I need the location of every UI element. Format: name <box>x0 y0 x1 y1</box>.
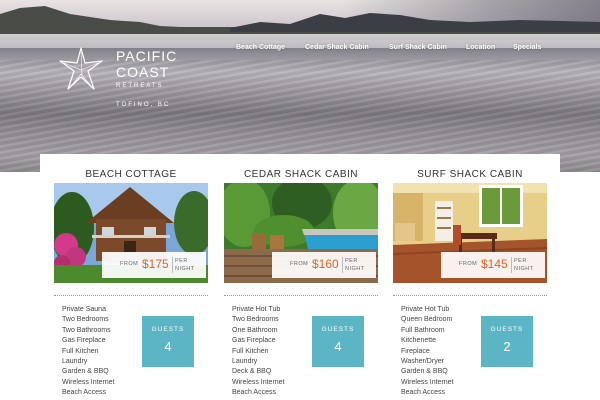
feature-item: Garden & BBQ <box>401 368 448 376</box>
feature-item: Kitchenette <box>401 337 437 345</box>
nav-beach-cottage[interactable]: Beach Cottage <box>236 44 285 51</box>
site-logo[interactable]: PACIFIC COAST RETREATS TOFINO, BC <box>58 46 198 116</box>
nav-specials[interactable]: Specials <box>513 44 541 51</box>
price-divider <box>172 257 173 273</box>
guests-count: 4 <box>334 339 342 354</box>
price-tag: FROM $160 PER NIGHT <box>272 252 376 278</box>
logo-location: TOFINO, BC <box>116 102 171 108</box>
logo-line-2: COAST <box>116 64 170 80</box>
feature-item: Gas Fireplace <box>62 337 106 345</box>
nav-cedar-shack-cabin[interactable]: Cedar Shack Cabin <box>305 44 369 51</box>
guests-badge: GUESTS 2 <box>481 316 533 367</box>
guests-badge: GUESTS 4 <box>142 316 194 367</box>
feature-item: Beach Access <box>62 389 106 397</box>
feature-item: Laundry <box>62 358 88 366</box>
main-nav: Beach Cottage Cedar Shack Cabin Surf Sha… <box>236 44 556 56</box>
guests-count: 2 <box>503 339 511 354</box>
logo-line-3: RETREATS <box>116 83 164 89</box>
price-amount: $160 <box>312 257 339 271</box>
nav-surf-shack-cabin[interactable]: Surf Shack Cabin <box>389 44 447 51</box>
feature-item: One Bathroom <box>232 326 278 334</box>
cabin-title[interactable]: SURF SHACK CABIN <box>393 169 547 180</box>
feature-item: Garden & BBQ <box>62 368 109 376</box>
price-amount: $175 <box>142 257 169 271</box>
price-amount: $145 <box>481 257 508 271</box>
price-from: FROM <box>290 261 309 267</box>
guests-label: GUESTS <box>321 326 355 333</box>
dotted-divider <box>224 295 378 296</box>
dotted-divider <box>54 295 208 296</box>
guests-label: GUESTS <box>490 326 524 333</box>
guests-label: GUESTS <box>151 326 185 333</box>
cabin-title[interactable]: CEDAR SHACK CABIN <box>224 169 378 180</box>
cabin-photo-surf-shack[interactable]: FROM $145 PER NIGHT <box>393 183 547 283</box>
feature-item: Wireless Internet <box>62 378 115 386</box>
feature-item: Washer/Dryer <box>401 358 444 366</box>
price-from: FROM <box>459 261 478 267</box>
feature-item: Laundry <box>232 358 258 366</box>
cabin-photo-cedar-shack[interactable]: FROM $160 PER NIGHT <box>224 183 378 283</box>
guests-count: 4 <box>164 339 172 354</box>
feature-item: Wireless Internet <box>401 378 454 386</box>
price-tag: FROM $145 PER NIGHT <box>441 252 545 278</box>
feature-item: Private Hot Tub <box>232 306 281 313</box>
feature-list: Private Hot Tub Two Bedrooms One Bathroo… <box>232 305 285 399</box>
logo-line-1: PACIFIC <box>116 48 178 64</box>
price-tag: FROM $175 PER NIGHT <box>102 252 206 278</box>
feature-item: Private Sauna <box>62 306 106 313</box>
feature-item: Deck & BBQ <box>232 368 272 376</box>
feature-item: Gas Fireplace <box>232 337 276 345</box>
feature-item: Two Bedrooms <box>232 316 279 324</box>
price-per-night: PER NIGHT <box>175 258 195 272</box>
feature-item: Two Bathrooms <box>62 326 111 334</box>
price-per-night: PER NIGHT <box>345 258 365 272</box>
feature-item: Beach Access <box>232 389 276 397</box>
feature-item: Beach Access <box>401 389 445 397</box>
feature-item: Full Bathroom <box>401 326 445 334</box>
nav-location[interactable]: Location <box>466 44 495 51</box>
feature-item: Two Bedrooms <box>62 316 109 324</box>
feature-list: Private Hot Tub Queen Bedroom Full Bathr… <box>401 305 454 399</box>
starfish-icon <box>59 47 103 90</box>
cabin-title[interactable]: BEACH COTTAGE <box>54 169 208 180</box>
price-divider <box>511 257 512 273</box>
cabin-photo-beach-cottage[interactable]: FROM $175 PER NIGHT <box>54 183 208 283</box>
price-divider <box>342 257 343 273</box>
price-per-night: PER NIGHT <box>514 258 534 272</box>
feature-item: Fireplace <box>401 347 430 355</box>
guests-badge: GUESTS 4 <box>312 316 364 367</box>
hero-banner: PACIFIC COAST RETREATS TOFINO, BC Beach … <box>0 0 600 172</box>
feature-item: Full Kitchen <box>62 347 99 355</box>
feature-item: Private Hot Tub <box>401 306 450 313</box>
feature-item: Full Kitchen <box>232 347 269 355</box>
feature-item: Wireless Internet <box>232 378 285 386</box>
cabins-section: BEACH COTTAGE FROM $175 PER NIGHT Privat… <box>40 154 560 400</box>
price-from: FROM <box>120 261 139 267</box>
dotted-divider <box>393 295 547 296</box>
feature-list: Private Sauna Two Bedrooms Two Bathrooms… <box>62 305 115 399</box>
feature-item: Queen Bedroom <box>401 316 453 324</box>
